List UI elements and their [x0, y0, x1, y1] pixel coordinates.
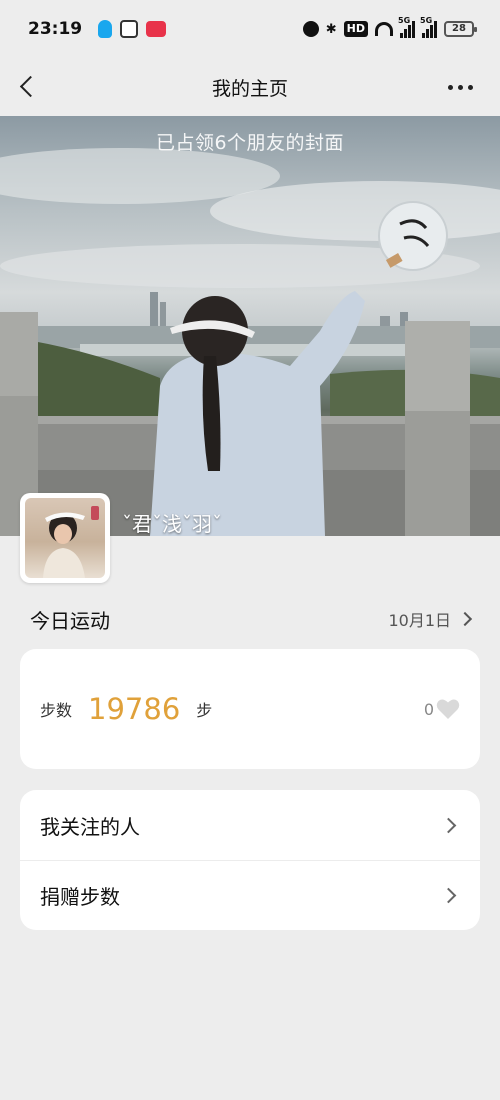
username: ˇ君ˇ浅ˇ羽ˇ [122, 512, 222, 536]
news-notification-icon [146, 21, 167, 37]
avatar-image [25, 498, 105, 578]
page-title: 我的主页 [211, 77, 288, 100]
back-arrow-icon[interactable] [14, 73, 42, 101]
hd-badge: HD [343, 21, 368, 37]
avatar[interactable] [20, 493, 110, 583]
bluetooth-icon: ✱ [325, 21, 337, 37]
chevron-right-icon [440, 887, 457, 904]
signal-label-2: 5G [420, 16, 433, 25]
today-section-header: 今日运动 10月1日 [30, 603, 473, 635]
steps-label: 步数 [40, 701, 73, 720]
cover-photo[interactable]: 已占领6个朋友的封面 [0, 116, 500, 536]
signal-label-1: 5G [398, 16, 411, 25]
cover-caption: 已占领6个朋友的封面 [155, 132, 345, 154]
menu-item-donate-steps[interactable]: 捐赠步数 [20, 860, 480, 930]
steps-value: 19786 [88, 692, 181, 726]
like-count: 0 [423, 699, 434, 719]
chevron-right-icon[interactable] [457, 611, 473, 627]
status-right: ✱ HD 5G 5G 28 [302, 16, 477, 38]
cover-photo-illustration [0, 148, 500, 536]
status-left: 23:19 [28, 19, 167, 39]
heart-icon[interactable] [436, 698, 460, 720]
more-options-icon[interactable] [448, 78, 478, 96]
app-notification-icon [120, 20, 139, 38]
status-bar: 23:19 ✱ HD 5G 5G 28 [0, 0, 500, 58]
today-date[interactable]: 10月1日 [388, 607, 451, 631]
signal-icon-1: 5G [398, 16, 415, 38]
menu-card: 我关注的人 捐赠步数 [20, 790, 480, 930]
battery-indicator: 28 [444, 21, 477, 37]
menu-item-label: 捐赠步数 [40, 885, 120, 909]
steps-card[interactable]: 步数 19786 步 0 [20, 649, 480, 769]
signal-icon-2: 5G [420, 16, 437, 38]
qq-notification-icon [98, 20, 113, 38]
today-title: 今日运动 [30, 608, 110, 633]
menu-item-label: 我关注的人 [40, 814, 140, 839]
nav-bar: 我的主页 [0, 58, 500, 116]
steps-unit: 步 [196, 701, 213, 720]
status-time: 23:19 [28, 19, 83, 39]
wifi-icon [375, 22, 393, 36]
like-control[interactable]: 0 [424, 698, 460, 720]
menu-item-following[interactable]: 我关注的人 [20, 790, 480, 860]
alarm-icon [302, 21, 319, 37]
chevron-right-icon [440, 817, 457, 833]
